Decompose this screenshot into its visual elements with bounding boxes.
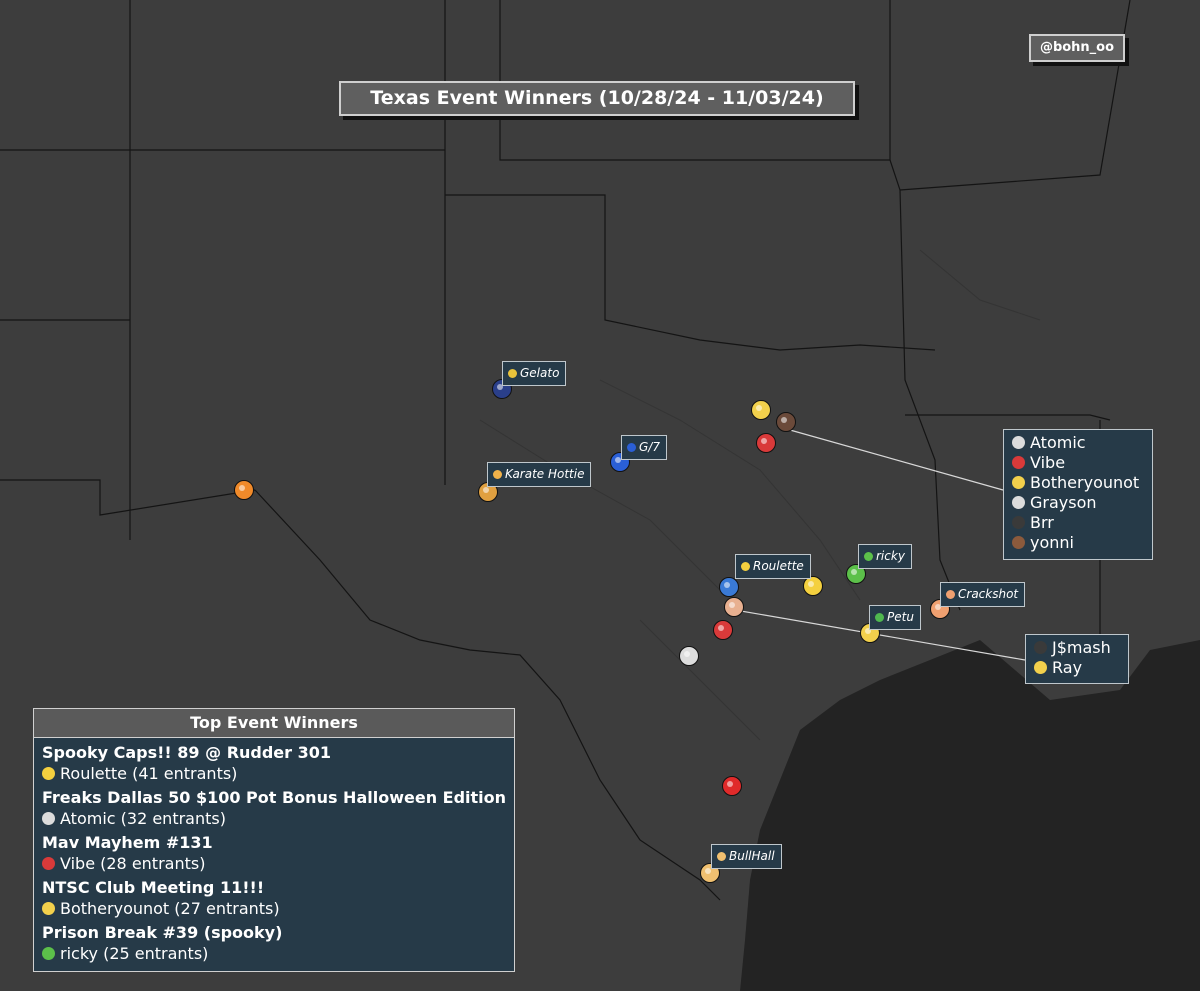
top-event-winners-panel: Top Event Winners Spooky Caps!! 89 @ Rud… [33,708,515,972]
label-bullhall[interactable]: BullHall [711,844,782,869]
event-title: Mav Mayhem #131 [42,833,213,852]
event-title: Freaks Dallas 50 $100 Pot Bonus Hallowee… [42,788,507,807]
event-winner-text: Vibe (28 entrants) [60,854,206,873]
g7-icon [627,443,636,452]
vibe-icon [1012,456,1025,469]
event-winner-text: Roulette (41 entrants) [60,764,238,783]
label-ricky[interactable]: ricky [858,544,912,569]
jsmash-icon [1034,641,1047,654]
atomic-icon [42,812,55,825]
label-roulette[interactable]: Roulette [735,554,811,579]
austin-cluster-box: J$mash Ray [1025,634,1129,684]
cluster-name: J$mash [1052,638,1111,657]
event-winner: Atomic (32 entrants) [42,809,506,832]
austin-marker-1[interactable] [719,577,739,597]
event-title: Prison Break #39 (spooky) [42,923,283,942]
event-title: Spooky Caps!! 89 @ Rudder 301 [42,743,332,762]
event-winner: Vibe (28 entrants) [42,854,506,877]
yonni-icon [1012,536,1025,549]
cluster-name: Brr [1030,513,1054,532]
dfw-cluster-box: Atomic Vibe Botheryounot Grayson Brr yon… [1003,429,1153,560]
dfw-marker-1[interactable] [751,400,771,420]
austin-marker-3[interactable] [713,620,733,640]
label-g7-text: G/7 [639,440,660,454]
label-gelato-text: Gelato [520,366,560,380]
label-bullhall-text: BullHall [729,849,775,863]
event-winner-text: Botheryounot (27 entrants) [60,899,280,918]
event-winner: Botheryounot (27 entrants) [42,899,506,922]
author-handle: @bohn_oo [1029,34,1125,62]
label-petu-text: Petu [887,610,914,624]
crackshot-icon [946,590,955,599]
cluster-name: Grayson [1030,493,1097,512]
label-gelato[interactable]: Gelato [502,361,567,386]
label-crackshot[interactable]: Crackshot [940,582,1026,607]
austin-marker-2[interactable] [724,597,744,617]
label-crackshot-text: Crackshot [958,587,1019,601]
label-roulette-text: Roulette [753,559,804,573]
event-winner: Roulette (41 entrants) [42,764,506,787]
bullhall-icon [717,852,726,861]
cluster-row[interactable]: Atomic [1012,433,1145,453]
cluster-name: Atomic [1030,433,1086,452]
karate-hottie-icon [493,470,502,479]
map-stage: Texas Event Winners (10/28/24 - 11/03/24… [0,0,1200,991]
vibe-icon [42,857,55,870]
grayson-icon [1012,496,1025,509]
ray-icon [1034,661,1047,674]
roulette-marker[interactable] [803,576,823,596]
brr-icon [1012,516,1025,529]
el-paso-marker[interactable] [234,480,254,500]
label-ricky-text: ricky [876,549,905,563]
label-karate-hottie-text: Karate Hottie [505,467,585,481]
cluster-row[interactable]: J$mash [1034,638,1121,658]
cluster-row[interactable]: yonni [1012,533,1145,553]
event-winner: ricky (25 entrants) [42,944,506,967]
cluster-name: yonni [1030,533,1074,552]
botheryounot-icon [1012,476,1025,489]
map-title: Texas Event Winners (10/28/24 - 11/03/24… [339,81,855,116]
cluster-name: Botheryounot [1030,473,1140,492]
atomic-icon [1012,436,1025,449]
petu-icon [875,613,884,622]
cluster-name: Vibe [1030,453,1066,472]
event-title: NTSC Club Meeting 11!!! [42,878,265,897]
cluster-row[interactable]: Ray [1034,658,1121,678]
label-karate-hottie[interactable]: Karate Hottie [487,462,592,487]
cluster-name: Ray [1052,658,1083,677]
ricky-icon [42,947,55,960]
roulette-icon [42,767,55,780]
botheryounot-icon [42,902,55,915]
ricky-icon [864,552,873,561]
label-g7[interactable]: G/7 [621,435,667,460]
label-petu[interactable]: Petu [869,605,921,630]
cluster-row[interactable]: Botheryounot [1012,473,1145,493]
gelato-icon [508,369,517,378]
cluster-row[interactable]: Brr [1012,513,1145,533]
event-winner-text: ricky (25 entrants) [60,944,209,963]
dfw-marker-3[interactable] [756,433,776,453]
roulette-icon [741,562,750,571]
san-antonio-marker[interactable] [679,646,699,666]
cluster-row[interactable]: Grayson [1012,493,1145,513]
top-event-winners-heading: Top Event Winners [34,709,514,738]
corpus-marker[interactable] [722,776,742,796]
dfw-marker-2[interactable] [776,412,796,432]
cluster-row[interactable]: Vibe [1012,453,1145,473]
event-winner-text: Atomic (32 entrants) [60,809,226,828]
